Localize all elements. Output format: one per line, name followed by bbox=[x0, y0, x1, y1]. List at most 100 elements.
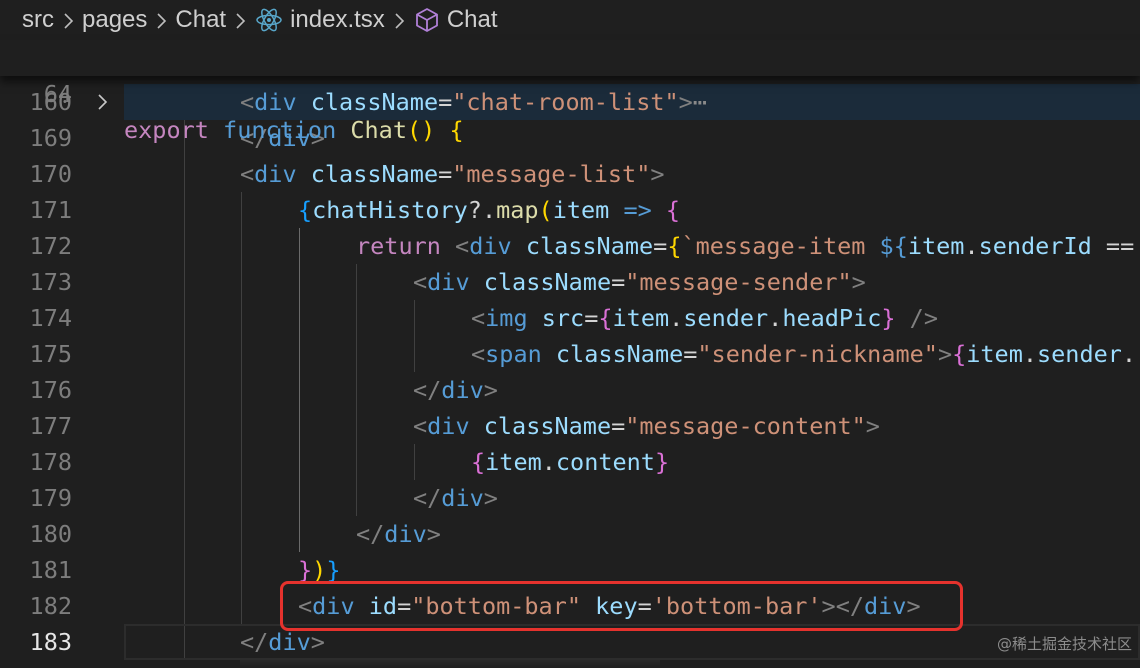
highlight-annotation-box bbox=[280, 581, 963, 631]
code-token: ${ bbox=[879, 232, 908, 260]
code-line[interactable]: 180 </div> bbox=[0, 516, 1140, 552]
code-line[interactable]: 173 <div className="message-sender"> bbox=[0, 264, 1140, 300]
code-line[interactable]: 179 </div> bbox=[0, 480, 1140, 516]
code-text: </div> bbox=[356, 516, 441, 552]
code-token: > bbox=[310, 628, 325, 656]
code-token: < bbox=[471, 304, 486, 332]
code-token: > bbox=[678, 88, 693, 116]
code-token: . bbox=[768, 304, 783, 332]
breadcrumb-item-file[interactable]: index.tsx bbox=[290, 6, 385, 34]
code-text: </div> bbox=[413, 480, 498, 516]
code-token: = bbox=[584, 304, 599, 332]
chevron-right-icon bbox=[147, 6, 175, 34]
code-text: <div className="message-list"> bbox=[240, 156, 665, 192]
code-token: className bbox=[525, 232, 654, 260]
code-token: = bbox=[653, 232, 668, 260]
code-token: . bbox=[1121, 340, 1137, 368]
fold-chevron-icon[interactable] bbox=[92, 84, 112, 120]
code-line[interactable]: 178 {item.content} bbox=[0, 444, 1140, 480]
code-token: div bbox=[441, 376, 484, 404]
code-token: } bbox=[326, 556, 341, 584]
code-text: </div> bbox=[413, 372, 498, 408]
breadcrumb-item-chat-folder[interactable]: Chat bbox=[175, 6, 226, 34]
line-number: 175 bbox=[29, 340, 72, 368]
breadcrumb-item-pages[interactable]: pages bbox=[82, 6, 147, 34]
code-token: { bbox=[598, 304, 613, 332]
code-token: . bbox=[964, 232, 979, 260]
code-token: map bbox=[496, 196, 539, 224]
code-line[interactable]: 171 {chatHistory?.map(item => { bbox=[0, 192, 1140, 228]
code-token: "chat-room-list" bbox=[452, 88, 679, 116]
code-token: () bbox=[406, 116, 436, 144]
code-token: className bbox=[555, 340, 684, 368]
code-token: > bbox=[851, 268, 866, 296]
code-token: . bbox=[541, 448, 556, 476]
code-token: div bbox=[384, 520, 427, 548]
code-line[interactable]: 175 <span className="sender-nickname">{it… bbox=[0, 336, 1140, 372]
breadcrumb-item-symbol[interactable]: Chat bbox=[447, 6, 498, 34]
code-token: content bbox=[555, 448, 655, 476]
sticky-scroll-header[interactable]: 64 export function Chat() { bbox=[0, 40, 1140, 144]
code-token: = bbox=[611, 268, 626, 296]
code-token: div bbox=[427, 268, 470, 296]
code-token: ( bbox=[538, 196, 553, 224]
code-token: headPic bbox=[782, 304, 882, 332]
code-token: Chat bbox=[350, 116, 407, 144]
code-token: item bbox=[907, 232, 965, 260]
breadcrumb-item-src[interactable]: src bbox=[22, 6, 54, 34]
code-token: = bbox=[438, 160, 453, 188]
line-number: 171 bbox=[29, 196, 72, 224]
code-token: = bbox=[611, 412, 626, 440]
code-line[interactable]: 174 <img src={item.sender.headPic} /> bbox=[0, 300, 1140, 336]
partial-next-line bbox=[240, 660, 660, 668]
react-icon bbox=[254, 5, 284, 35]
code-token: div bbox=[268, 628, 311, 656]
sticky-line[interactable]: 64 export function Chat() { bbox=[0, 40, 1140, 144]
code-line[interactable]: 177 <div className="message-content"> bbox=[0, 408, 1140, 444]
code-token: . bbox=[669, 304, 684, 332]
breadcrumb: src pages Chat index.tsx Chat bbox=[0, 0, 1140, 40]
code-token: "message-content" bbox=[625, 412, 866, 440]
code-token: div bbox=[254, 160, 297, 188]
code-text: return <div className={`message-item ${i… bbox=[356, 228, 1134, 264]
code-token: > bbox=[650, 160, 665, 188]
code-token: </ bbox=[240, 628, 269, 656]
code-token: { bbox=[665, 196, 681, 224]
line-number: 178 bbox=[29, 448, 72, 476]
code-token: < bbox=[455, 232, 470, 260]
code-token: img bbox=[485, 304, 528, 332]
code-token: ) bbox=[312, 556, 327, 584]
code-token: className bbox=[310, 160, 439, 188]
code-line[interactable]: 170 <div className="message-list"> bbox=[0, 156, 1140, 192]
code-text: <span className="sender-nickname">{item.… bbox=[471, 336, 1136, 372]
code-token: div bbox=[427, 412, 470, 440]
code-token: item bbox=[612, 304, 670, 332]
code-text: {item.content} bbox=[471, 444, 669, 480]
chevron-right-icon bbox=[54, 6, 82, 34]
code-token: senderId bbox=[978, 232, 1092, 260]
code-token: < bbox=[413, 412, 428, 440]
code-text: <img src={item.sender.headPic} /> bbox=[471, 300, 938, 336]
code-token: == bbox=[1091, 232, 1135, 260]
code-token: div bbox=[441, 484, 484, 512]
code-token: { bbox=[667, 232, 682, 260]
line-number: 177 bbox=[29, 412, 72, 440]
code-token: </ bbox=[356, 520, 385, 548]
code-token: item bbox=[552, 196, 610, 224]
code-token: src bbox=[541, 304, 585, 332]
code-token: { bbox=[298, 196, 313, 224]
code-token: < bbox=[240, 160, 255, 188]
code-token: { bbox=[471, 448, 486, 476]
code-token: } bbox=[881, 304, 896, 332]
code-line[interactable]: 176 </div> bbox=[0, 372, 1140, 408]
line-number: 174 bbox=[29, 304, 72, 332]
code-token: } bbox=[654, 448, 670, 476]
code-token: > bbox=[483, 376, 498, 404]
code-token: sender bbox=[683, 304, 769, 332]
code-line[interactable]: 172 return <div className={`message-item … bbox=[0, 228, 1140, 264]
code-token: < bbox=[471, 340, 486, 368]
